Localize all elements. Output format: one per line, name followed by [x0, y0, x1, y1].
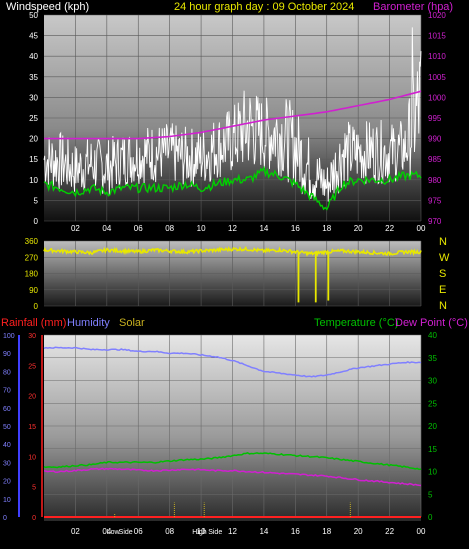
- wind-tick-label: 15: [29, 155, 38, 164]
- temp-tick-label: 30: [428, 377, 437, 386]
- humidity-tick-label: 20: [3, 479, 11, 486]
- solar-marker-label: Side: [119, 529, 133, 536]
- legend-dewpoint: Dew Point (°C): [395, 317, 468, 329]
- barometer-tick-label: 1020: [428, 11, 446, 20]
- barometer-tick-label: 1005: [428, 73, 446, 82]
- temp-tick-label: 35: [428, 354, 437, 363]
- wind-x-tick-label: 06: [134, 224, 143, 233]
- barometer-tick-label: 1010: [428, 52, 446, 61]
- barometer-tick-label: 975: [428, 196, 442, 205]
- humidity-tick-label: 40: [3, 442, 11, 449]
- humidity-tick-label: 10: [3, 497, 11, 504]
- rain-tick-label: 20: [28, 394, 36, 401]
- wind-x-tick-label: 08: [165, 224, 174, 233]
- weather-graph-page: Windspeed (kph) 24 hour graph day : 09 O…: [0, 0, 469, 544]
- barometer-tick-label: 990: [428, 135, 442, 144]
- temp-tick-label: 20: [428, 422, 437, 431]
- wind-tick-label: 20: [29, 135, 38, 144]
- rain-tick-label: 0: [32, 515, 36, 522]
- wind-tick-label: 45: [29, 32, 38, 41]
- temp-tick-label: 15: [428, 445, 437, 454]
- wind-tick-label: 50: [29, 11, 38, 20]
- temp-tick-label: 25: [428, 399, 437, 408]
- compass-label: N: [439, 300, 447, 312]
- wind-tick-label: 0: [34, 217, 39, 226]
- wind-x-tick-label: 18: [322, 224, 331, 233]
- temp-x-tick-label: 12: [228, 527, 237, 536]
- barometer-tick-label: 985: [428, 155, 442, 164]
- temp-tick-label: 40: [428, 331, 437, 340]
- wind-x-tick-label: 20: [354, 224, 363, 233]
- rain-tick-label: 5: [32, 485, 36, 492]
- humidity-tick-label: 0: [3, 515, 7, 522]
- compass-label: N: [439, 236, 447, 248]
- wind-x-tick-label: 04: [102, 224, 111, 233]
- wind-x-tick-label: 10: [197, 224, 206, 233]
- wind-x-tick-label: 00: [417, 224, 426, 233]
- solar-marker-label: Side: [208, 529, 222, 536]
- barometer-tick-label: 970: [428, 217, 442, 226]
- temp-x-tick-label: 08: [165, 527, 174, 536]
- wind-tick-label: 25: [29, 114, 38, 123]
- legend-humidity: Humidity: [67, 317, 110, 329]
- rain-tick-label: 10: [28, 454, 36, 461]
- temp-x-tick-label: 18: [322, 527, 331, 536]
- wind-tick-label: 35: [29, 73, 38, 82]
- humidity-tick-label: 50: [3, 424, 11, 431]
- temp-tick-label: 0: [428, 513, 433, 522]
- wind-x-tick-label: 22: [385, 224, 394, 233]
- wind-axis-title: Windspeed (kph): [6, 1, 89, 13]
- wind-x-tick-label: 14: [259, 224, 268, 233]
- legend-solar: Solar: [119, 317, 145, 329]
- wind-x-tick-label: 16: [291, 224, 300, 233]
- direction-tick-label: 0: [34, 302, 39, 311]
- graph-title: 24 hour graph day : 09 October 2024: [174, 1, 354, 13]
- wind-tick-label: 5: [34, 196, 39, 205]
- wind-tick-label: 10: [29, 176, 38, 185]
- temp-x-tick-label: 02: [71, 527, 80, 536]
- barometer-tick-label: 1000: [428, 93, 446, 102]
- rain-tick-label: 25: [28, 363, 36, 370]
- compass-label: E: [439, 284, 446, 296]
- legend-temperature: Temperature (°C): [314, 317, 398, 329]
- humidity-tick-label: 30: [3, 460, 11, 467]
- wind-tick-label: 40: [29, 52, 38, 61]
- temp-x-tick-label: 00: [417, 527, 426, 536]
- temp-tick-label: 10: [428, 468, 437, 477]
- wind-x-tick-label: 02: [71, 224, 80, 233]
- direction-tick-label: 180: [25, 270, 39, 279]
- temp-x-tick-label: 16: [291, 527, 300, 536]
- humidity-tick-label: 70: [3, 388, 11, 395]
- solar-marker-label: High: [192, 529, 207, 536]
- temp-x-tick-label: 22: [385, 527, 394, 536]
- temp-x-tick-label: 06: [134, 527, 143, 536]
- barometer-tick-label: 980: [428, 176, 442, 185]
- temp-x-tick-label: 14: [259, 527, 268, 536]
- rain-tick-label: 30: [28, 333, 36, 340]
- direction-tick-label: 270: [25, 253, 39, 262]
- barometer-tick-label: 1015: [428, 32, 446, 41]
- compass-label: W: [439, 252, 450, 264]
- wind-x-tick-label: 12: [228, 224, 237, 233]
- temp-tick-label: 5: [428, 490, 433, 499]
- humidity-tick-label: 80: [3, 369, 11, 376]
- weather-graph-canvas: Windspeed (kph) 24 hour graph day : 09 O…: [1, 1, 468, 536]
- humidity-tick-label: 100: [3, 333, 15, 340]
- barometer-tick-label: 995: [428, 114, 442, 123]
- legend-rainfall: Rainfall (mm): [1, 317, 66, 329]
- compass-label: S: [439, 268, 446, 280]
- rain-tick-label: 15: [28, 424, 36, 431]
- direction-tick-label: 90: [29, 286, 38, 295]
- temp-x-tick-label: 20: [354, 527, 363, 536]
- humidity-tick-label: 90: [3, 351, 11, 358]
- humidity-tick-label: 60: [3, 406, 11, 413]
- direction-tick-label: 360: [25, 237, 39, 246]
- wind-tick-label: 30: [29, 93, 38, 102]
